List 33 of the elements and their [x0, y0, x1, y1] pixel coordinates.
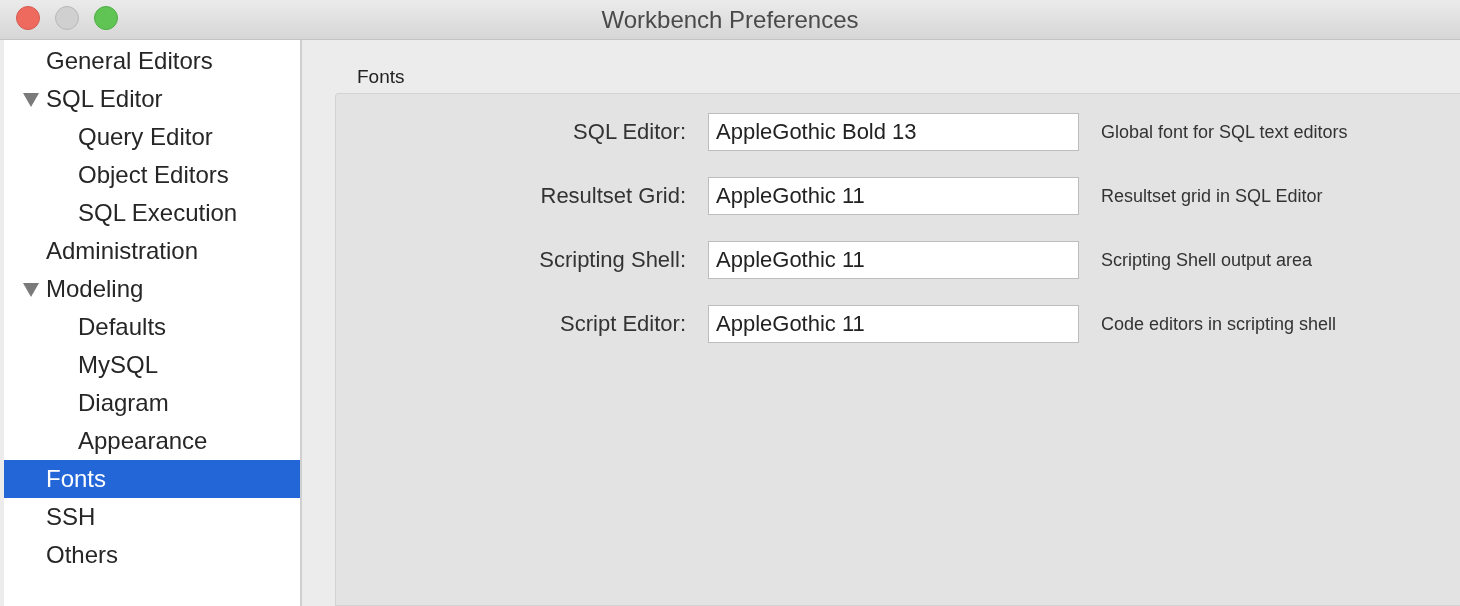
- field-label: Resultset Grid:: [539, 183, 686, 209]
- disclosure-triangle-icon[interactable]: [22, 281, 40, 297]
- sidebar-item[interactable]: Administration: [4, 232, 300, 270]
- disclosure-triangle-icon[interactable]: [22, 91, 40, 107]
- field-description: Resultset grid in SQL Editor: [1101, 185, 1323, 207]
- minimize-icon[interactable]: [55, 6, 79, 30]
- sidebar-item[interactable]: Modeling: [4, 270, 300, 308]
- font-field[interactable]: AppleGothic 11: [708, 177, 1079, 215]
- font-field[interactable]: AppleGothic Bold 13: [708, 113, 1079, 151]
- window-title: Workbench Preferences: [601, 5, 859, 34]
- sidebar-item[interactable]: MySQL: [4, 346, 300, 384]
- sidebar-item[interactable]: Object Editors: [4, 156, 300, 194]
- section-title: Fonts: [357, 66, 406, 88]
- font-field[interactable]: AppleGothic 11: [708, 241, 1079, 279]
- close-icon[interactable]: [16, 6, 40, 30]
- font-field[interactable]: AppleGothic 11: [708, 305, 1079, 343]
- sidebar-item[interactable]: Appearance: [4, 422, 300, 460]
- sidebar-item[interactable]: General Editors: [4, 42, 300, 80]
- field-description: Global font for SQL text editors: [1101, 121, 1348, 143]
- sidebar-item[interactable]: SQL Execution: [4, 194, 300, 232]
- sidebar-item[interactable]: SQL Editor: [4, 80, 300, 118]
- field-description: Code editors in scripting shell: [1101, 313, 1337, 335]
- sidebar-item[interactable]: Query Editor: [4, 118, 300, 156]
- sidebar-item[interactable]: Others: [4, 536, 300, 574]
- sidebar-item[interactable]: Fonts: [4, 460, 300, 498]
- sidebar-item[interactable]: Diagram: [4, 384, 300, 422]
- zoom-icon[interactable]: [94, 6, 118, 30]
- field-label: SQL Editor:: [572, 119, 686, 145]
- field-label: Scripting Shell:: [538, 247, 686, 273]
- field-label: Script Editor:: [559, 311, 686, 337]
- field-description: Scripting Shell output area: [1101, 249, 1313, 271]
- sidebar-item[interactable]: SSH: [4, 498, 300, 536]
- sidebar-item[interactable]: Defaults: [4, 308, 300, 346]
